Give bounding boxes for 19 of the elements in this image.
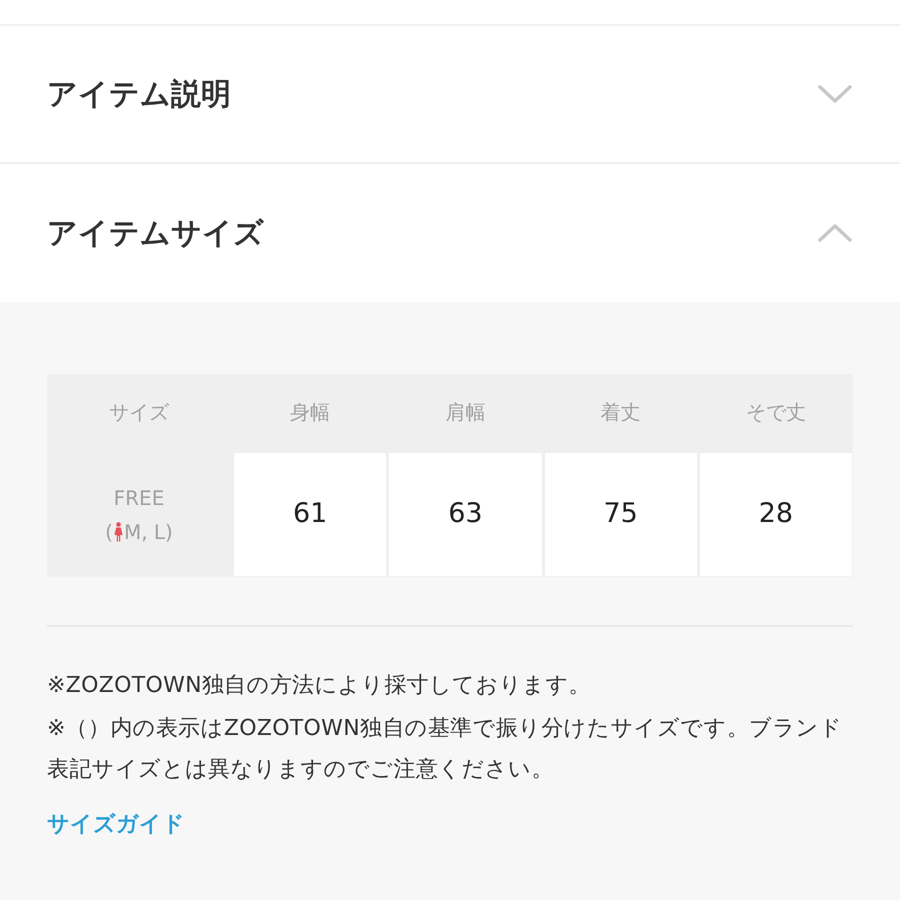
note-text: ※（）内の表示はZOZOTOWN独自の基準で振り分けたサイズです。ブランド表記サイズとは異なりますのでご注意ください。	[47, 715, 844, 784]
column-header: サイズ	[109, 399, 169, 426]
column-header: そで丈	[746, 399, 806, 426]
column-header: 身幅	[290, 399, 330, 426]
section-title: アイテム説明	[47, 76, 231, 114]
table-cell: 28	[700, 453, 852, 576]
note-text: ※ZOZOTOWN独自の方法により採寸しております。	[47, 672, 592, 700]
accordion-header[interactable]: アイテム説明	[0, 26, 900, 164]
table-cell: 75	[544, 453, 697, 576]
size-note-paren: (	[105, 518, 113, 544]
column-header: 着丈	[600, 399, 641, 426]
table-cell: 63	[389, 453, 542, 576]
woman-icon	[114, 522, 123, 542]
table-cell: 61	[234, 453, 386, 576]
column-header: 肩幅	[445, 399, 486, 426]
section-title: アイテムサイズ	[47, 214, 264, 252]
size-label: FREE	[114, 484, 164, 510]
size-note: M, L)	[124, 518, 173, 544]
accordion-header[interactable]: アイテムサイズ	[0, 164, 900, 302]
